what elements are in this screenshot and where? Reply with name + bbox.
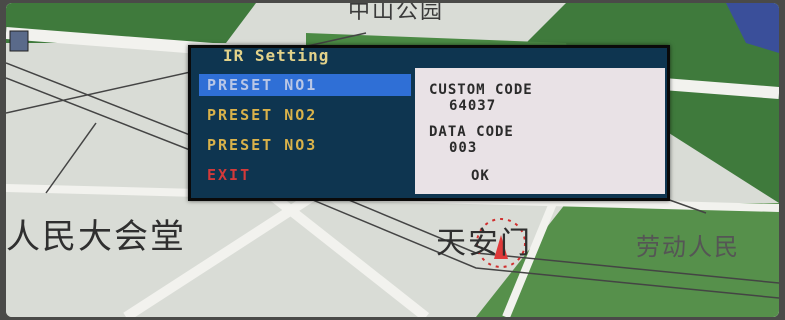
dialog-title: IR Setting <box>223 46 330 65</box>
map-label-great-hall: 人民大会堂 <box>6 217 186 257</box>
map-label-tiananmen: 天安门 <box>436 226 532 261</box>
ok-button[interactable]: OK <box>471 168 490 184</box>
data-code-value: 003 <box>449 140 478 156</box>
navigation-screen: 中山公园 人民大会堂 天安门 劳动人民 IR Setting PRESET NO… <box>6 3 779 317</box>
map-label-park: 中山公园 <box>348 3 445 24</box>
preset-menu: PRESET NO1 PRESET NO2 PRESET NO3 EXIT <box>199 74 411 194</box>
ir-setting-dialog: IR Setting PRESET NO1 PRESET NO2 PRESET … <box>188 45 670 201</box>
menu-item-preset-no2[interactable]: PRESET NO2 <box>199 104 411 126</box>
data-code-label: DATA CODE <box>429 124 514 140</box>
custom-code-label: CUSTOM CODE <box>429 82 533 98</box>
menu-item-exit[interactable]: EXIT <box>199 164 411 186</box>
custom-code-value: 64037 <box>449 98 497 114</box>
menu-item-preset-no3[interactable]: PRESET NO3 <box>199 134 411 156</box>
menu-item-preset-no1[interactable]: PRESET NO1 <box>199 74 411 96</box>
code-panel: CUSTOM CODE 64037 DATA CODE 003 OK <box>415 68 665 194</box>
map-label-labor: 劳动人民 <box>636 233 740 261</box>
